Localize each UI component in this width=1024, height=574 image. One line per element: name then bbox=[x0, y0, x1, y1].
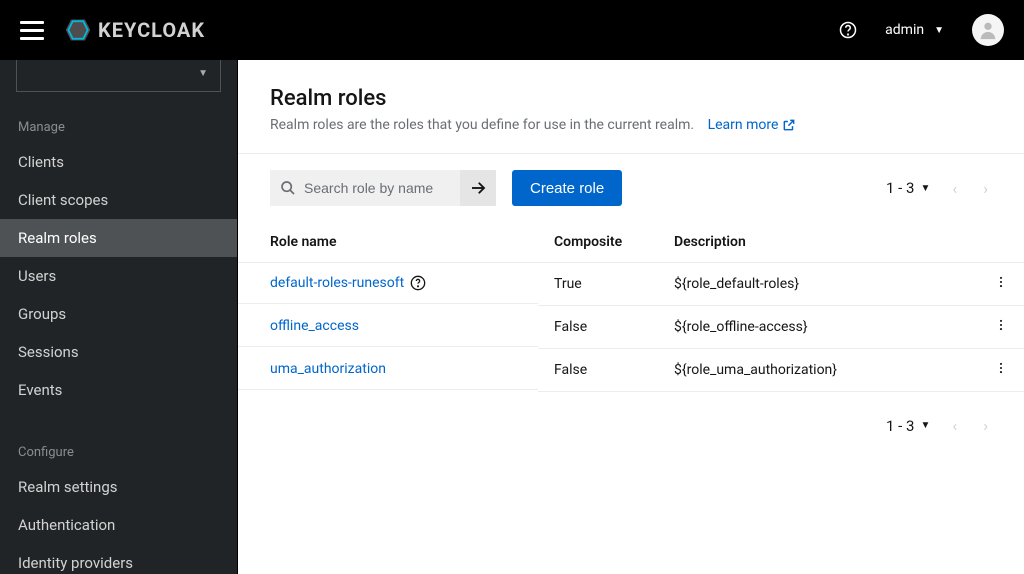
username-label: admin bbox=[885, 22, 924, 38]
main-content: Realm roles Realm roles are the roles th… bbox=[238, 60, 1024, 574]
search-icon bbox=[280, 180, 296, 196]
user-icon bbox=[977, 19, 999, 41]
sidebar-item-events[interactable]: Events bbox=[0, 371, 237, 409]
composite-cell: False bbox=[538, 349, 658, 392]
help-icon[interactable] bbox=[410, 275, 426, 291]
role-link[interactable]: default-roles-runesoft bbox=[270, 275, 404, 291]
description-cell: ${role_uma_authorization} bbox=[658, 349, 978, 392]
roles-table: Role name Composite Description default-… bbox=[238, 222, 1024, 392]
menu-toggle-button[interactable] bbox=[20, 18, 44, 42]
external-link-icon bbox=[782, 118, 796, 132]
pagination-bottom: 1 - 3 ▼ ‹ › bbox=[886, 412, 992, 439]
page-header: Realm roles Realm roles are the roles th… bbox=[238, 60, 1024, 154]
prev-page-button[interactable]: ‹ bbox=[948, 175, 961, 202]
next-page-button[interactable]: › bbox=[979, 412, 992, 439]
caret-down-icon: ▼ bbox=[920, 183, 930, 194]
prev-page-button[interactable]: ‹ bbox=[948, 412, 961, 439]
topbar: KEYCLOAK admin ▼ bbox=[0, 0, 1024, 60]
caret-down-icon: ▼ bbox=[934, 25, 944, 36]
role-link[interactable]: offline_access bbox=[270, 318, 359, 334]
sidebar-item-client-scopes[interactable]: Client scopes bbox=[0, 181, 237, 219]
table-row: offline_access False${role_offline-access… bbox=[238, 306, 1024, 349]
sidebar-item-groups[interactable]: Groups bbox=[0, 295, 237, 333]
row-actions-button[interactable] bbox=[978, 306, 1024, 349]
sidebar-item-authentication[interactable]: Authentication bbox=[0, 506, 237, 544]
user-menu[interactable]: admin ▼ bbox=[885, 22, 944, 38]
nav-section-configure: Configure bbox=[0, 433, 237, 468]
role-link[interactable]: uma_authorization bbox=[270, 361, 386, 377]
page-title: Realm roles bbox=[270, 86, 992, 111]
description-cell: ${role_offline-access} bbox=[658, 306, 978, 349]
sidebar-item-realm-settings[interactable]: Realm settings bbox=[0, 468, 237, 506]
sidebar-item-identity-providers[interactable]: Identity providers bbox=[0, 544, 237, 574]
avatar[interactable] bbox=[972, 14, 1004, 46]
caret-down-icon: ▼ bbox=[198, 68, 208, 79]
brand-logo[interactable]: KEYCLOAK bbox=[64, 16, 205, 44]
composite-cell: True bbox=[538, 263, 658, 306]
row-actions-button[interactable] bbox=[978, 263, 1024, 306]
next-page-button[interactable]: › bbox=[979, 175, 992, 202]
caret-down-icon: ▼ bbox=[920, 420, 930, 431]
brand-name: KEYCLOAK bbox=[98, 18, 205, 42]
sidebar-item-users[interactable]: Users bbox=[0, 257, 237, 295]
row-actions-button[interactable] bbox=[978, 349, 1024, 392]
table-row: default-roles-runesoft True${role_default… bbox=[238, 263, 1024, 306]
search-submit-button[interactable] bbox=[460, 170, 496, 206]
nav-section-manage: Manage bbox=[0, 108, 237, 143]
sidebar-item-clients[interactable]: Clients bbox=[0, 143, 237, 181]
arrow-right-icon bbox=[469, 179, 487, 197]
page-subtitle: Realm roles are the roles that you defin… bbox=[270, 117, 694, 133]
sidebar-item-sessions[interactable]: Sessions bbox=[0, 333, 237, 371]
page-range-selector[interactable]: 1 - 3 ▼ bbox=[886, 179, 930, 197]
col-role-name: Role name bbox=[238, 222, 538, 263]
toolbar: Create role 1 - 3 ▼ ‹ › bbox=[238, 154, 1024, 222]
page-range-selector[interactable]: 1 - 3 ▼ bbox=[886, 417, 930, 435]
col-composite: Composite bbox=[538, 222, 658, 263]
table-row: uma_authorization False${role_uma_authori… bbox=[238, 349, 1024, 392]
sidebar: ▼ Manage ClientsClient scopesRealm roles… bbox=[0, 60, 238, 574]
realm-selector[interactable]: ▼ bbox=[16, 60, 221, 92]
create-role-button[interactable]: Create role bbox=[512, 170, 622, 206]
help-icon[interactable] bbox=[839, 21, 857, 39]
composite-cell: False bbox=[538, 306, 658, 349]
description-cell: ${role_default-roles} bbox=[658, 263, 978, 306]
learn-more-link[interactable]: Learn more bbox=[708, 117, 797, 133]
keycloak-logo-icon bbox=[64, 16, 92, 44]
pagination-top: 1 - 3 ▼ ‹ › bbox=[886, 175, 992, 202]
search-input[interactable] bbox=[270, 170, 460, 206]
col-description: Description bbox=[658, 222, 978, 263]
sidebar-item-realm-roles[interactable]: Realm roles bbox=[0, 219, 237, 257]
